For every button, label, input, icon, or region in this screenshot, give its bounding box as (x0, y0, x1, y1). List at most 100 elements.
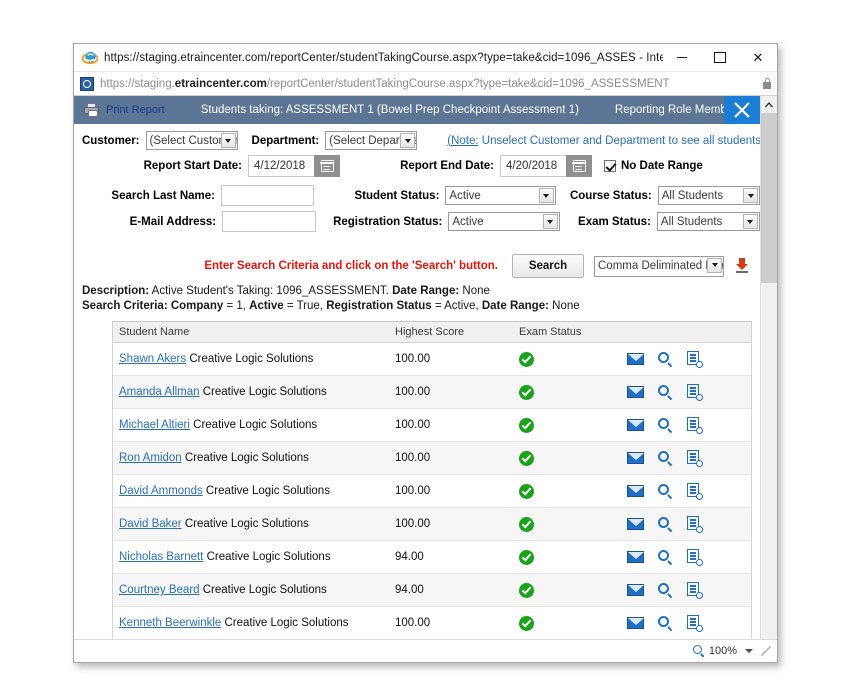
scrollbar-thumb[interactable] (761, 113, 777, 283)
table-row: Michael Altieri Creative Logic Solutions… (113, 408, 751, 442)
document-detail-icon[interactable] (687, 615, 703, 632)
browser-content: Print Report Students taking: ASSESSMENT… (74, 96, 777, 639)
report-start-date-input[interactable]: 4/12/2018 (248, 155, 314, 177)
no-date-range-checkbox[interactable]: No Date Range (604, 160, 703, 172)
export-format-select[interactable]: Comma Deliminated File (594, 255, 724, 277)
student-status-select[interactable]: Active (445, 186, 556, 205)
address-bar[interactable]: https://staging.etraincenter.com/reportC… (74, 72, 777, 96)
no-date-range-label: No Date Range (621, 160, 703, 172)
magnifier-icon[interactable] (658, 549, 673, 565)
printer-icon (84, 103, 101, 117)
mail-icon[interactable] (627, 353, 644, 365)
mail-icon[interactable] (627, 584, 644, 596)
site-icon (80, 76, 94, 91)
document-detail-icon[interactable] (687, 450, 703, 467)
customer-select[interactable]: (Select Customer) (145, 131, 238, 150)
mail-icon[interactable] (627, 485, 644, 497)
page-scrollbar[interactable] (760, 96, 777, 639)
student-name-link[interactable]: Michael Altieri (119, 419, 190, 431)
download-icon[interactable] (734, 257, 750, 275)
document-detail-icon[interactable] (687, 516, 703, 533)
exam-status-select[interactable]: All Students (656, 212, 760, 231)
student-name-link[interactable]: Nicholas Barnett (119, 551, 203, 563)
student-name-link[interactable]: Courtney Beard (119, 584, 200, 596)
document-detail-icon[interactable] (687, 351, 703, 368)
email-address-input[interactable] (222, 211, 317, 232)
column-student-name[interactable]: Student Name (113, 322, 389, 343)
row-actions (627, 516, 745, 533)
mail-icon[interactable] (627, 551, 644, 563)
unselect-note-link[interactable]: (Note: Unselect Customer and Department … (447, 135, 760, 147)
course-status-select[interactable]: All Students (657, 186, 760, 205)
table-header: Student Name Highest Score Exam Status (113, 322, 751, 343)
note-prefix: (Note: (447, 134, 479, 147)
magnifier-icon[interactable] (658, 417, 673, 433)
magnifier-icon[interactable] (658, 582, 673, 598)
scroll-up-button[interactable] (761, 96, 777, 113)
report-header-bar: Print Report Students taking: ASSESSMENT… (74, 96, 760, 124)
filter-row-email: E-Mail Address: Registration Status: Act… (74, 211, 760, 232)
search-button[interactable]: Search (512, 254, 584, 278)
report-end-date-field[interactable]: 4/20/2018 (500, 155, 592, 177)
document-detail-icon[interactable] (687, 384, 703, 401)
department-select[interactable]: (Select Departmer (325, 131, 418, 150)
department-label: Department: (251, 134, 320, 147)
search-hint-text: Enter Search Criteria and click on the '… (204, 260, 498, 272)
cell-highest-score: 100.00 (389, 474, 513, 508)
magnifier-icon[interactable] (658, 516, 673, 532)
student-name-link[interactable]: David Ammonds (119, 485, 203, 497)
mail-icon[interactable] (627, 419, 644, 431)
magnifier-icon[interactable] (658, 615, 673, 631)
students-table: Student Name Highest Score Exam Status S… (113, 322, 751, 639)
address-url[interactable]: https://staging.etraincenter.com/reportC… (100, 78, 758, 90)
maximize-button[interactable] (701, 44, 739, 71)
report-start-date-field[interactable]: 4/12/2018 (248, 155, 340, 177)
start-date-calendar-button[interactable] (314, 155, 340, 177)
mail-icon[interactable] (627, 617, 644, 629)
magnifier-icon[interactable] (658, 450, 673, 466)
cell-exam-status (513, 441, 621, 475)
registration-status-value: Active (452, 215, 484, 228)
magnifier-icon[interactable] (658, 483, 673, 499)
row-actions (627, 549, 745, 566)
resize-grip[interactable] (761, 646, 771, 656)
cell-student-name: Shawn Akers Creative Logic Solutions (113, 342, 389, 376)
magnifier-icon[interactable] (658, 351, 673, 367)
mail-icon[interactable] (627, 452, 644, 464)
mail-icon[interactable] (627, 386, 644, 398)
scrollbar-track[interactable] (761, 283, 777, 639)
end-date-calendar-button[interactable] (566, 155, 592, 177)
chevron-down-icon[interactable] (745, 649, 753, 653)
print-report-button[interactable]: Print Report (84, 103, 165, 117)
criteria-daterange-value: None (548, 300, 580, 312)
student-organization: Creative Logic Solutions (203, 551, 331, 563)
close-window-button[interactable]: ✕ (739, 44, 777, 71)
document-detail-icon[interactable] (687, 483, 703, 500)
report-end-date-input[interactable]: 4/20/2018 (500, 155, 566, 177)
status-ok-icon (519, 582, 534, 598)
course-status-label: Course Status: (569, 189, 652, 202)
student-name-link[interactable]: Ron Amidon (119, 452, 182, 464)
column-exam-status[interactable]: Exam Status (513, 322, 621, 343)
close-report-button[interactable] (724, 96, 760, 124)
document-detail-icon[interactable] (687, 549, 703, 566)
mail-icon[interactable] (627, 518, 644, 530)
student-status-value: Active (449, 189, 481, 202)
column-highest-score[interactable]: Highest Score (389, 322, 513, 343)
cell-actions (621, 507, 751, 541)
report-end-date-label: Report End Date: (400, 160, 494, 172)
student-name-link[interactable]: Shawn Akers (119, 353, 186, 365)
document-detail-icon[interactable] (687, 417, 703, 434)
student-name-link[interactable]: Kenneth Beerwinkle (119, 617, 221, 629)
cell-highest-score: 94.00 (389, 573, 513, 607)
chevron-down-icon (743, 188, 758, 203)
minimize-button[interactable] (663, 44, 701, 71)
student-organization: Creative Logic Solutions (181, 518, 309, 530)
magnifier-icon[interactable] (658, 384, 673, 400)
registration-status-select[interactable]: Active (448, 212, 560, 231)
document-detail-icon[interactable] (687, 582, 703, 599)
report-title: Students taking: ASSESSMENT 1 (Bowel Pre… (200, 104, 579, 116)
student-name-link[interactable]: Amanda Allman (119, 386, 200, 398)
search-last-name-input[interactable] (220, 185, 315, 206)
student-name-link[interactable]: David Baker (119, 518, 182, 530)
